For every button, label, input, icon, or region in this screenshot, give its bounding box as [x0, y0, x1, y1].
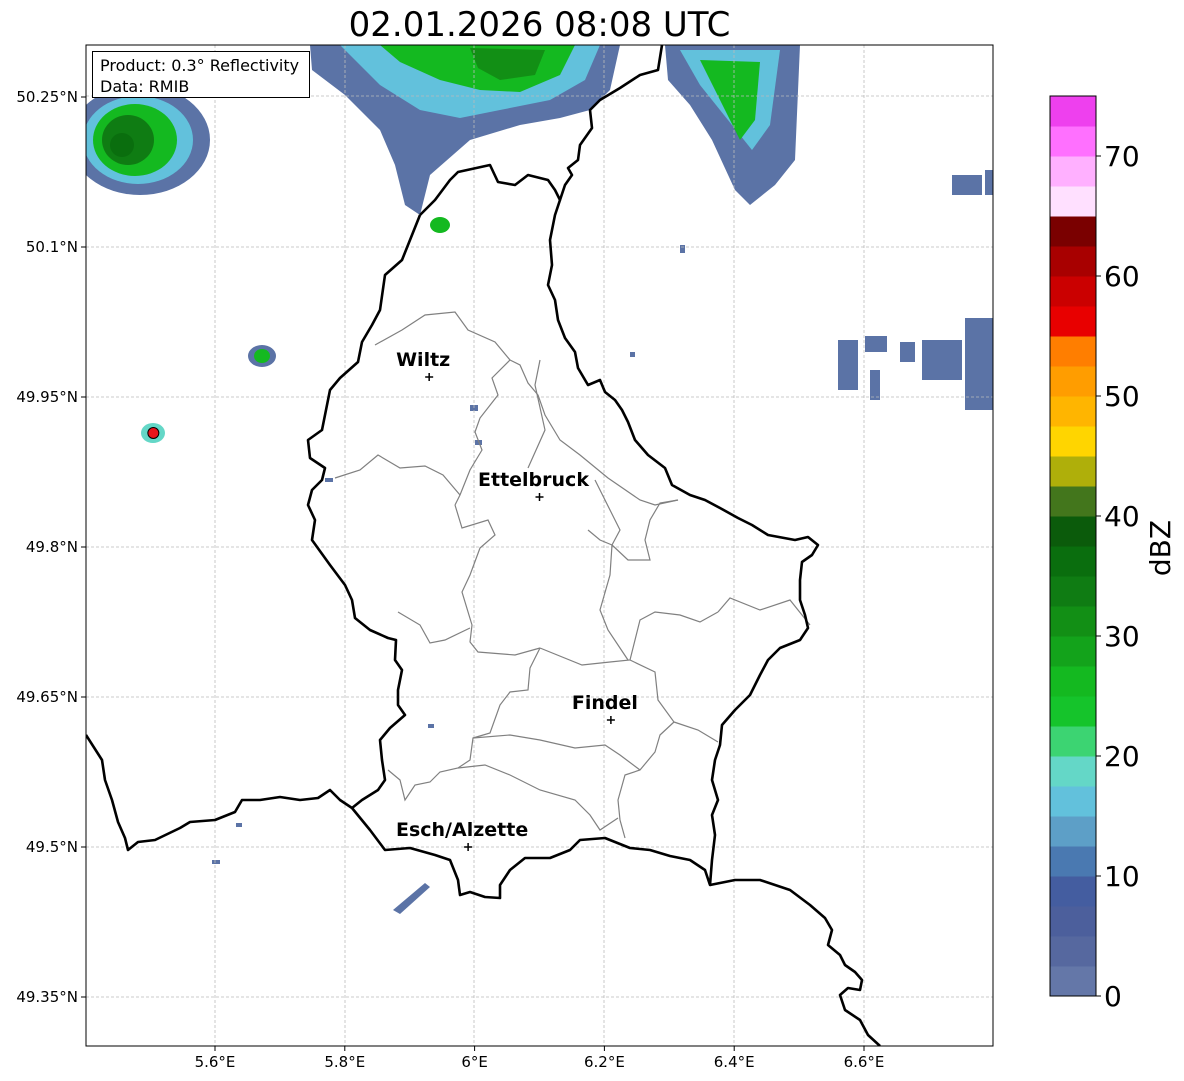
colorbar-swatch — [1050, 666, 1096, 697]
lat-tick-label: 49.35°N — [16, 988, 78, 1006]
colorbar-tick-label: 10 — [1104, 860, 1140, 893]
colorbar-tick-label: 30 — [1104, 620, 1140, 653]
latitude-ticks: 50.25°N 50.1°N 49.95°N 49.8°N 49.65°N 49.5°N 4… — [16, 88, 86, 1006]
colorbar-swatch — [1050, 366, 1096, 397]
colorbar-swatch — [1050, 216, 1096, 247]
colorbar-swatch — [1050, 126, 1096, 157]
lat-tick-label: 49.5°N — [26, 838, 78, 856]
lat-tick-label: 49.8°N — [26, 538, 78, 556]
colorbar-swatch — [1050, 816, 1096, 847]
colorbar-swatch — [1050, 306, 1096, 337]
echo-cluster-east — [838, 318, 993, 410]
colorbar-swatch — [1050, 186, 1096, 217]
city-eschalzette: Esch/Alzette — [396, 819, 528, 851]
lon-tick-label: 5.8°E — [324, 1053, 365, 1071]
storm-cell-northwest — [86, 85, 210, 195]
colorbar — [1049, 95, 1097, 997]
echo-band-northeast — [665, 45, 993, 205]
lat-tick-label: 50.25°N — [16, 88, 78, 106]
colorbar-swatch — [1050, 786, 1096, 817]
lon-tick-label: 6.4°E — [714, 1053, 755, 1071]
colorbar-tick-label: 60 — [1104, 260, 1140, 293]
lat-tick-label: 49.95°N — [16, 388, 78, 406]
echo-small-cells — [141, 245, 685, 914]
colorbar-label: dBZ — [1144, 520, 1177, 576]
colorbar-swatch — [1050, 396, 1096, 427]
longitude-ticks: 5.6°E 5.8°E 6°E 6.2°E 6.4°E 6.6°E — [195, 1046, 885, 1071]
product-label: Product: 0.3° Reflectivity — [100, 56, 300, 75]
colorbar-swatch — [1050, 516, 1096, 547]
city-wiltz: Wiltz — [396, 349, 450, 381]
product-info-box: Product: 0.3° Reflectivity Data: RMIB — [92, 51, 310, 98]
colorbar-tick-label: 20 — [1104, 740, 1140, 773]
colorbar-swatch — [1050, 696, 1096, 727]
radar-site-marker — [147, 427, 160, 439]
lat-tick-label: 49.65°N — [16, 688, 78, 706]
colorbar-swatch — [1050, 426, 1096, 457]
coordinate-grid — [86, 45, 993, 1046]
colorbar-swatch — [1050, 456, 1096, 487]
colorbar-swatch — [1050, 156, 1096, 187]
city-label: Ettelbruck — [478, 469, 589, 491]
colorbar-tick-label: 0 — [1104, 980, 1122, 1013]
lat-tick-label: 50.1°N — [26, 238, 78, 256]
lon-tick-label: 6°E — [461, 1053, 488, 1071]
lon-tick-label: 6.6°E — [844, 1053, 885, 1071]
colorbar-swatch — [1050, 276, 1096, 307]
city-label: Esch/Alzette — [396, 819, 528, 841]
colorbar-swatch — [1050, 606, 1096, 637]
colorbar-swatch — [1050, 876, 1096, 907]
city-label: Findel — [572, 692, 638, 714]
colorbar-tick-label: 70 — [1104, 140, 1140, 173]
district-boundaries — [334, 311, 811, 839]
colorbar-swatch — [1050, 636, 1096, 667]
data-source-label: Data: RMIB — [100, 77, 190, 96]
echo-band-north — [310, 45, 620, 233]
lon-tick-label: 5.6°E — [195, 1053, 236, 1071]
city-ettelbruck: Ettelbruck — [478, 469, 589, 501]
colorbar-swatch — [1050, 846, 1096, 877]
radar-map: WiltzEttelbruckFindelEsch/Alzette 5.6°E 5… — [16, 44, 1177, 1071]
colorbar-swatch — [1050, 906, 1096, 937]
colorbar-swatch — [1050, 756, 1096, 787]
colorbar-swatch — [1050, 966, 1096, 997]
colorbar-ticks: 0 10 20 30 40 50 60 70 — [1096, 140, 1140, 1013]
colorbar-swatch — [1050, 246, 1096, 277]
colorbar-swatch — [1050, 576, 1096, 607]
colorbar-swatch — [1050, 546, 1096, 577]
plot-frame — [85, 44, 994, 1047]
colorbar-swatch — [1050, 96, 1096, 127]
lon-tick-label: 6.2°E — [584, 1053, 625, 1071]
city-label: Wiltz — [396, 349, 450, 371]
colorbar-swatch — [1050, 726, 1096, 757]
city-markers: Wiltz Ettelbruck Findel Esch/Alzette — [147, 349, 638, 851]
colorbar-tick-label: 50 — [1104, 380, 1140, 413]
colorbar-swatch — [1050, 936, 1096, 967]
colorbar-swatch — [1050, 336, 1096, 367]
city-findel: Findel — [572, 692, 638, 724]
colorbar-swatch — [1050, 486, 1096, 517]
colorbar-tick-label: 40 — [1104, 500, 1140, 533]
